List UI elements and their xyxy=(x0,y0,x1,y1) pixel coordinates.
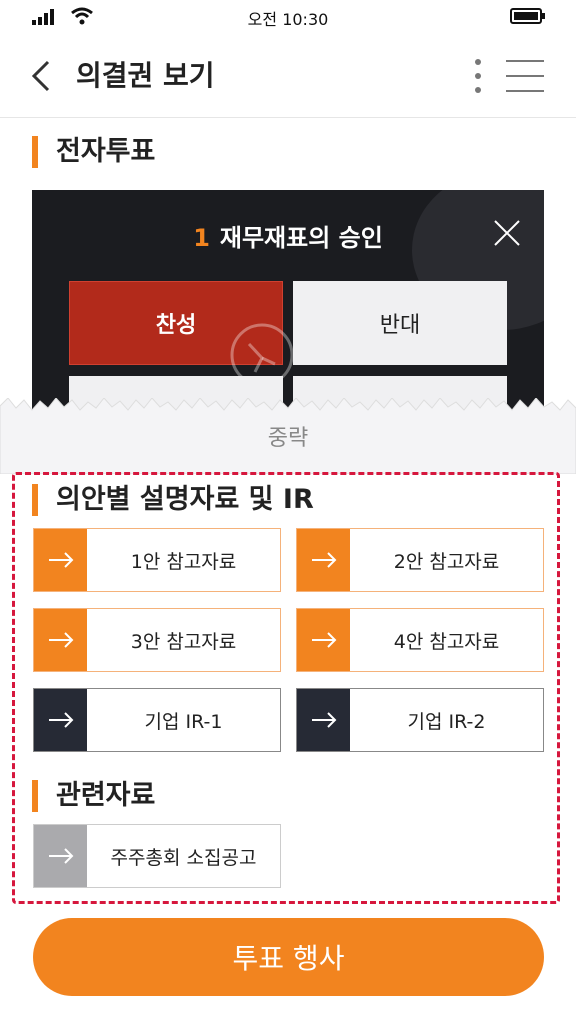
section-title-text: 전자투표 xyxy=(56,136,156,167)
ir-link-1[interactable]: 기업 IR-1 xyxy=(33,688,281,752)
related-link-notice[interactable]: 주주총회 소집공고 xyxy=(33,824,281,888)
material-link-label: 2안 참고자료 xyxy=(393,550,500,573)
more-icon[interactable] xyxy=(466,54,490,98)
material-link-1[interactable]: 1안 참고자료 xyxy=(33,528,281,592)
material-link-2[interactable]: 2안 참고자료 xyxy=(296,528,544,592)
section-title-materials: 의안별 설명자료 및 IR xyxy=(32,484,314,516)
arrow-right-icon xyxy=(34,529,87,591)
section-accent-bar xyxy=(32,780,38,812)
ir-link-label: 기업 IR-1 xyxy=(144,710,223,733)
section-accent-bar xyxy=(32,136,38,168)
section-title-evote: 전자투표 xyxy=(32,136,155,168)
omitted-label: 중략 xyxy=(267,426,309,451)
related-link-label: 주주총회 소집공고 xyxy=(110,846,257,869)
arrow-right-icon xyxy=(297,609,350,671)
section-accent-bar xyxy=(32,484,38,516)
ir-link-label: 기업 IR-2 xyxy=(407,710,486,733)
arrow-right-icon xyxy=(34,689,87,751)
status-bar: 오전 10:30 xyxy=(0,0,576,34)
ir-link-2[interactable]: 기업 IR-2 xyxy=(296,688,544,752)
arrow-right-icon xyxy=(297,689,350,751)
section-title-text: 관련자료 xyxy=(56,780,156,811)
material-link-label: 1안 참고자료 xyxy=(130,550,237,573)
agenda-number: 1 xyxy=(193,224,210,252)
section-title-related: 관련자료 xyxy=(32,780,155,812)
material-link-3[interactable]: 3안 참고자료 xyxy=(33,608,281,672)
menu-icon[interactable] xyxy=(504,56,546,96)
arrow-right-icon xyxy=(34,825,87,887)
arrow-right-icon xyxy=(34,609,87,671)
material-link-4[interactable]: 4안 참고자료 xyxy=(296,608,544,672)
vote-submit-button[interactable]: 투표 행사 xyxy=(33,918,544,996)
oppose-button[interactable]: 반대 xyxy=(293,281,507,365)
vote-card: 1 재무재표의 승인 찬성 반대 xyxy=(32,190,544,415)
agenda-heading: 1 재무재표의 승인 xyxy=(32,218,544,253)
arrow-right-icon xyxy=(297,529,350,591)
status-time: 오전 10:30 xyxy=(247,10,329,29)
page-title: 의결권 보기 xyxy=(76,59,215,92)
close-icon[interactable] xyxy=(492,218,522,248)
battery-icon xyxy=(510,8,545,24)
agenda-title: 재무재표의 승인 xyxy=(219,224,383,252)
back-icon[interactable] xyxy=(26,56,58,96)
section-title-text: 의안별 설명자료 및 IR xyxy=(56,484,314,515)
app-header: 의결권 보기 xyxy=(0,34,576,118)
material-link-label: 4안 참고자료 xyxy=(393,630,500,653)
material-link-label: 3안 참고자료 xyxy=(130,630,237,653)
